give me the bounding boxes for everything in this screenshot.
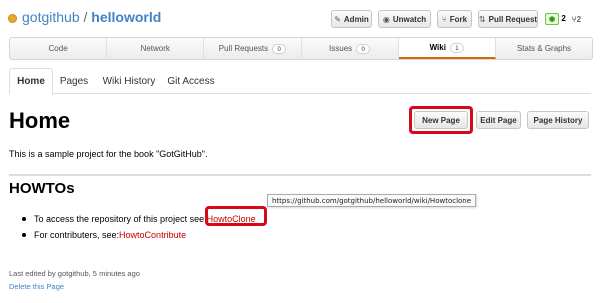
subtab-pages[interactable]: Pages bbox=[59, 68, 89, 94]
delete-page-link[interactable]: Delete this Page bbox=[9, 282, 64, 291]
eye-icon: ◉ bbox=[382, 14, 390, 24]
fork-icon: ⑂ bbox=[441, 14, 447, 24]
edit-page-button[interactable]: Edit Page bbox=[476, 111, 521, 129]
bullet-icon bbox=[22, 217, 26, 221]
bullet-icon bbox=[22, 233, 26, 237]
admin-label: Admin bbox=[343, 14, 369, 24]
repo-nav: Code Network Pull Requests 0 Issues 0 Wi… bbox=[9, 37, 593, 60]
watchers-eye-icon: ◉ bbox=[545, 13, 560, 25]
intro-text: This is a sample project for the book "G… bbox=[9, 149, 208, 159]
repo-title: gotgithub / helloworld bbox=[22, 9, 161, 25]
subtab-wiki-history[interactable]: Wiki History bbox=[101, 68, 157, 94]
section-divider bbox=[9, 174, 591, 176]
tab-stats-graphs-label: Stats & Graphs bbox=[516, 44, 572, 53]
page-title: Home bbox=[9, 108, 71, 133]
tab-network-label: Network bbox=[140, 44, 170, 53]
section-title: HOWTOs bbox=[9, 180, 75, 197]
issues-count: 0 bbox=[356, 43, 371, 54]
page-history-button[interactable]: Page History bbox=[527, 111, 589, 129]
list-item-text: For contributers, see: bbox=[34, 230, 120, 240]
tab-wiki-label: Wiki bbox=[429, 43, 446, 52]
admin-button[interactable]: ✎ Admin bbox=[331, 10, 372, 28]
repo-icon bbox=[9, 15, 16, 22]
link-url-tooltip: https://github.com/gotgithub/helloworld/… bbox=[267, 194, 477, 207]
repo-header: gotgithub / helloworld ✎ Admin ◉ Unwatch… bbox=[0, 0, 600, 36]
list-item-text: To access the repository of this project… bbox=[34, 214, 207, 224]
forks-number: 2 bbox=[576, 14, 582, 24]
tab-pull-requests[interactable]: Pull Requests 0 bbox=[204, 38, 302, 59]
repo-owner-link[interactable]: gotgithub bbox=[22, 9, 80, 25]
fork-button[interactable]: ⑂ Fork bbox=[437, 10, 472, 28]
pull-requests-count: 0 bbox=[272, 43, 287, 54]
tab-code-label: Code bbox=[48, 44, 68, 53]
unwatch-button[interactable]: ◉ Unwatch bbox=[378, 10, 431, 28]
tab-issues-label: Issues bbox=[329, 44, 353, 53]
repo-separator: / bbox=[79, 9, 92, 25]
tab-issues[interactable]: Issues 0 bbox=[302, 38, 399, 59]
wiki-subnav: Home Pages Wiki History Git Access bbox=[9, 68, 591, 95]
unwatch-label: Unwatch bbox=[392, 14, 427, 24]
repo-name-link[interactable]: helloworld bbox=[91, 9, 161, 25]
tab-code[interactable]: Code bbox=[10, 38, 108, 59]
tab-pull-requests-label: Pull Requests bbox=[218, 44, 269, 53]
pull-request-button[interactable]: ⇅ Pull Request bbox=[478, 10, 538, 28]
watchers-count[interactable]: ◉ 2 bbox=[545, 13, 566, 25]
tab-stats-graphs[interactable]: Stats & Graphs bbox=[496, 38, 592, 59]
list-item: For contributers, see: HowtoContribute bbox=[22, 227, 256, 243]
subtab-home[interactable]: Home bbox=[9, 68, 53, 95]
subtab-git-access[interactable]: Git Access bbox=[167, 68, 215, 94]
howto-clone-highlight bbox=[205, 206, 267, 226]
new-page-highlight bbox=[409, 106, 473, 134]
howto-contribute-link[interactable]: HowtoContribute bbox=[119, 230, 186, 240]
repo-counts: ◉ 2 ⑂2 bbox=[545, 10, 581, 28]
pull-request-icon: ⇅ bbox=[478, 14, 486, 24]
fork-label: Fork bbox=[449, 14, 468, 24]
tab-wiki[interactable]: Wiki 1 bbox=[398, 38, 496, 59]
wiki-count: 1 bbox=[449, 42, 464, 53]
wrench-icon: ✎ bbox=[334, 14, 341, 24]
pull-request-label: Pull Request bbox=[488, 14, 538, 24]
forks-count[interactable]: ⑂2 bbox=[572, 15, 581, 24]
tab-network[interactable]: Network bbox=[107, 38, 205, 59]
last-edited-text: Last edited by gotgithub, 5 minutes ago bbox=[9, 269, 140, 278]
watchers-number: 2 bbox=[561, 14, 566, 23]
